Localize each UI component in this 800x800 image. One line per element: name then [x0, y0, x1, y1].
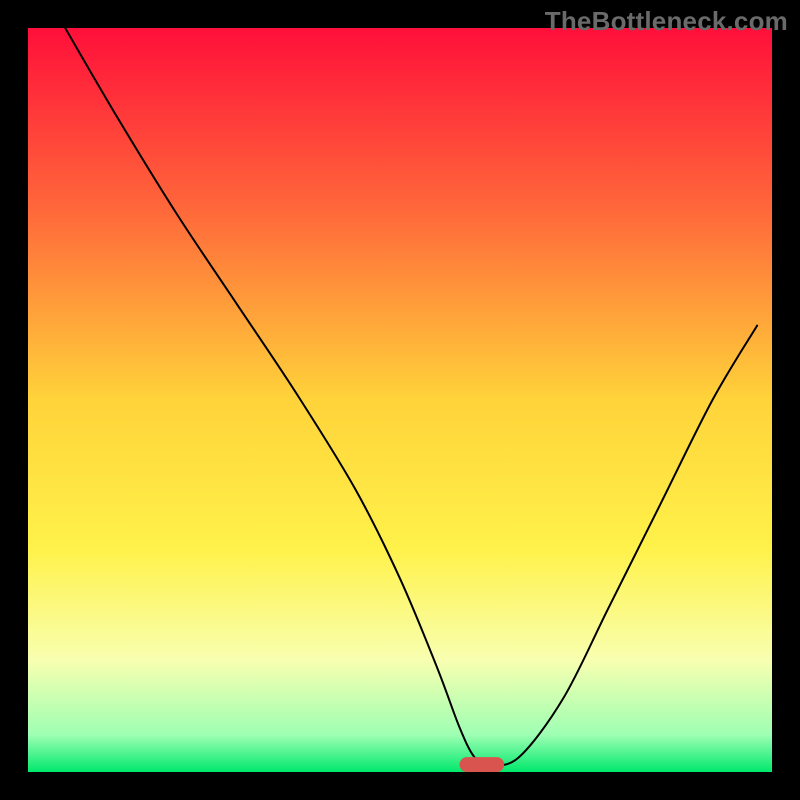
bottleneck-chart — [0, 0, 800, 800]
plot-background — [28, 28, 772, 772]
frame-right — [772, 0, 800, 800]
frame-bottom — [0, 772, 800, 800]
chart-container: TheBottleneck.com — [0, 0, 800, 800]
optimal-marker-pill — [460, 757, 505, 772]
frame-left — [0, 0, 28, 800]
site-watermark: TheBottleneck.com — [545, 6, 788, 37]
